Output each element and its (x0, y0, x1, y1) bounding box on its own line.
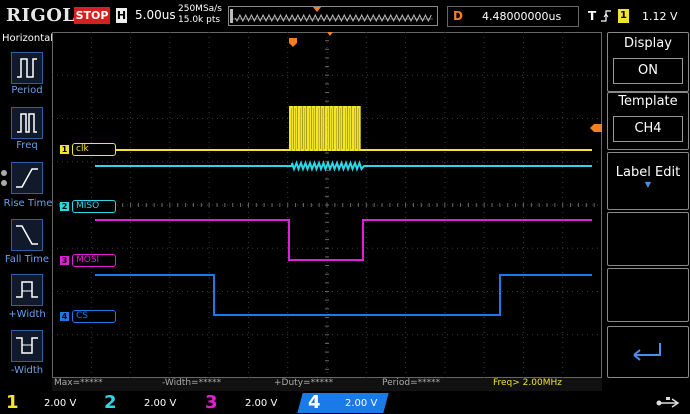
rise-time-icon (16, 168, 38, 188)
ch1-scale[interactable]: 2.00 V (44, 398, 76, 409)
trigger-level-icon (590, 124, 602, 132)
ch3-mosi-trace (95, 219, 592, 261)
display-title: Display (624, 36, 672, 51)
ch4-scale[interactable]: 2.00 V (345, 398, 377, 409)
waveforms (95, 106, 592, 316)
chevron-down-icon: ▼ (644, 180, 652, 189)
neg-width-button[interactable] (11, 330, 43, 362)
freq-button[interactable] (11, 107, 43, 139)
trigger-label: T (588, 9, 597, 23)
ch1-label[interactable]: clk (72, 143, 116, 156)
trigger-level[interactable]: 1.12 V (642, 10, 678, 23)
graticule (52, 32, 602, 378)
template-value[interactable]: CH4 (613, 116, 683, 142)
ch3-indicator[interactable]: 3 (205, 392, 218, 413)
neg-width-label: -Width (10, 365, 44, 376)
ch3-scale[interactable]: 2.00 V (245, 398, 277, 409)
fall-time-button[interactable] (11, 219, 43, 251)
freq-label: Freq (16, 140, 38, 151)
memory-overview-wave (230, 7, 433, 23)
measure-pos-duty[interactable]: +Duty=***** (274, 378, 333, 388)
pos-width-label: +Width (8, 309, 46, 320)
ch4-indicator[interactable]: 4 (308, 392, 321, 413)
selector-dot (1, 170, 7, 176)
return-icon (633, 343, 661, 361)
pos-width-icon (16, 281, 38, 298)
measure-freq[interactable]: Freq> 2.00MHz (493, 378, 562, 388)
usb-icon (656, 397, 680, 408)
measure-period[interactable]: Period=***** (382, 378, 440, 388)
rising-edge-icon (601, 10, 611, 22)
back-softkey[interactable] (607, 326, 689, 378)
ch2-miso-trace (95, 160, 592, 172)
measure-max[interactable]: Max=***** (54, 378, 103, 388)
delay-value: 4.48000000us (482, 10, 562, 23)
softkey-empty-1[interactable] (607, 212, 689, 266)
fall-time-label: Fall Time (4, 254, 50, 265)
neg-width-icon (16, 337, 38, 354)
run-stop-indicator[interactable]: STOP (74, 7, 110, 24)
ch2-scale[interactable]: 2.00 V (144, 398, 176, 409)
softkey-empty-2[interactable] (607, 268, 689, 322)
memory-overview[interactable] (228, 6, 438, 26)
period-icon (17, 58, 37, 78)
status-bar: RIGOL STOP H 5.00us 250MSa/s 15.0k pts D… (0, 0, 690, 32)
rise-time-label: Rise Time (3, 198, 53, 209)
ch1-ground-marker[interactable]: 1 (60, 145, 69, 154)
measure-neg-width[interactable]: -Width=***** (162, 378, 221, 388)
memory-depth: 15.0k pts (178, 15, 221, 25)
selector-dot (1, 180, 7, 186)
label-edit-softkey[interactable]: Label Edit ▼ (607, 152, 689, 210)
ch3-ground-marker[interactable]: 3 (60, 256, 69, 265)
ch4-label[interactable]: CS (72, 310, 116, 323)
ch4-ground-marker[interactable]: 4 (60, 312, 69, 321)
period-label: Period (11, 85, 43, 96)
trigger-position-icon (289, 38, 297, 47)
ch4-cs-trace (95, 274, 592, 316)
sample-rate: 250MSa/s (178, 4, 222, 14)
brand-logo: RIGOL (6, 5, 76, 26)
menu-title: Horizontal (2, 33, 54, 44)
ch2-ground-marker[interactable]: 2 (60, 202, 69, 211)
period-button[interactable] (11, 52, 43, 84)
rise-time-button[interactable] (11, 162, 43, 194)
pos-width-button[interactable] (11, 274, 43, 306)
ch2-indicator[interactable]: 2 (104, 392, 117, 413)
template-title: Template (618, 94, 678, 109)
freq-icon (17, 113, 37, 133)
display-value[interactable]: ON (613, 58, 683, 84)
fall-time-icon (16, 225, 38, 245)
timebase-mode-badge: H (116, 8, 127, 23)
ch1-indicator[interactable]: 1 (6, 392, 19, 413)
ch3-label[interactable]: MOSI (72, 254, 116, 267)
trigger-source-badge[interactable]: 1 (618, 9, 629, 23)
label-edit-title: Label Edit (615, 165, 681, 180)
timebase-value[interactable]: 5.00us (135, 8, 176, 22)
waveform-display[interactable] (52, 32, 602, 378)
ch1-clk-trace (112, 106, 592, 151)
center-marker-icon (327, 32, 333, 36)
delay-label: D (453, 9, 463, 23)
acquisition-info: 250MSa/s 15.0k pts (178, 4, 222, 26)
ch2-label[interactable]: MISO (72, 200, 116, 213)
trigger-position-icon (313, 7, 321, 12)
